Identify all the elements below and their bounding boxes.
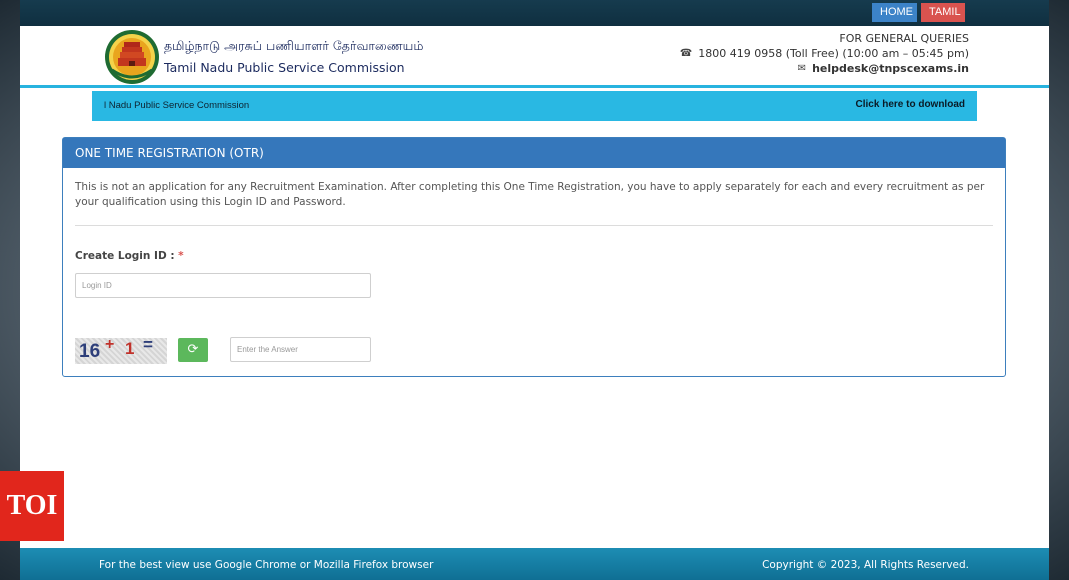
registration-note: This is not an application for any Recru… (75, 181, 985, 208)
marquee-text: l Nadu Public Service Commission (104, 100, 250, 111)
org-name-tamil: தமிழ்நாடு அரசுப் பணியாளர் தேர்வாணையம் (164, 38, 424, 53)
copyright: Copyright © 2023, All Rights Reserved. (762, 559, 969, 571)
general-queries: FOR GENERAL QUERIES ☎ 1800 419 0958 (Tol… (680, 31, 969, 76)
browser-note: For the best view use Google Chrome or M… (99, 559, 434, 571)
panel-body: This is not an application for any Recru… (63, 168, 1005, 364)
refresh-captcha-button[interactable]: ⟳ (178, 338, 208, 362)
page: HOME TAMIL தமிழ்நாடு அரசுப் பணியாளர் தேர… (20, 0, 1049, 580)
captcha-operator: + (105, 338, 115, 353)
site-header: தமிழ்நாடு அரசுப் பணியாளர் தேர்வாணையம் Ta… (20, 26, 1049, 88)
queries-title: FOR GENERAL QUERIES (839, 32, 969, 45)
emblem-logo (105, 30, 159, 84)
helpdesk-email[interactable]: helpdesk@tnpscexams.in (812, 61, 969, 76)
home-button[interactable]: HOME (872, 3, 917, 22)
panel-title: ONE TIME REGISTRATION (OTR) (63, 138, 1005, 168)
login-id-label: Create Login ID : * (75, 250, 184, 262)
captcha-operand-b: 1 (125, 339, 135, 358)
captcha-operand-a: 16 (79, 341, 101, 362)
divider (75, 225, 993, 226)
download-link[interactable]: Click here to download (856, 99, 965, 110)
required-mark: * (178, 250, 184, 262)
org-name: Tamil Nadu Public Service Commission (164, 60, 405, 75)
otr-panel: ONE TIME REGISTRATION (OTR) This is not … (62, 137, 1006, 377)
login-id-label-text: Create Login ID : (75, 250, 175, 262)
site-footer: For the best view use Google Chrome or M… (20, 548, 1049, 580)
top-bar: HOME TAMIL (20, 0, 1049, 26)
captcha-equals: = (143, 338, 153, 354)
tamil-language-button[interactable]: TAMIL (921, 3, 965, 22)
captcha-answer-input[interactable]: Enter the Answer (230, 337, 371, 362)
phone-icon: ☎ (679, 48, 693, 59)
envelope-icon: ✉ (797, 63, 807, 74)
refresh-icon: ⟳ (187, 342, 199, 357)
news-marquee: l Nadu Public Service Commission Click h… (92, 91, 977, 121)
helpline-number: 1800 419 0958 (Toll Free) (10:00 am – 05… (698, 47, 969, 60)
login-id-input[interactable]: Login ID (75, 273, 371, 298)
captcha-image: 16 + 1 = (75, 338, 167, 364)
toi-badge: TOI (0, 471, 64, 541)
